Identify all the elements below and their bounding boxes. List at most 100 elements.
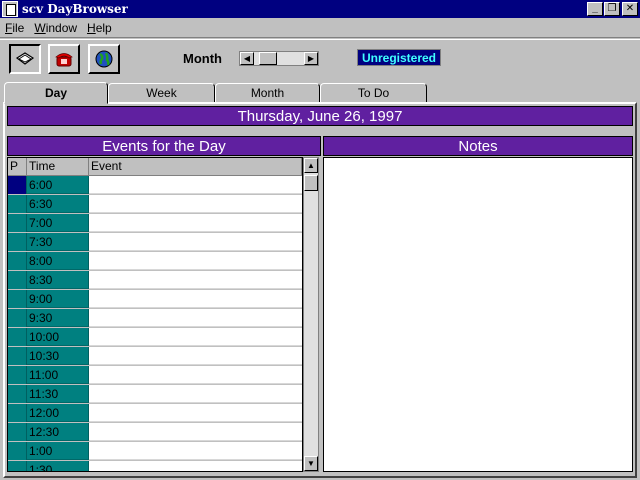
time-cell: 8:00 xyxy=(27,252,89,270)
priority-cell[interactable] xyxy=(8,423,27,441)
menu-help[interactable]: Help xyxy=(82,21,117,35)
table-row[interactable]: 9:00 xyxy=(8,290,302,309)
close-icon: ✕ xyxy=(625,3,635,14)
restore-button[interactable]: ❐ xyxy=(604,2,620,16)
priority-cell[interactable] xyxy=(8,347,27,365)
restore-icon: ❐ xyxy=(607,3,617,14)
arrow-down-icon: ▼ xyxy=(307,459,315,468)
priority-cell[interactable] xyxy=(8,461,27,471)
phone-icon xyxy=(55,53,73,67)
globe-icon xyxy=(95,50,113,68)
event-cell[interactable] xyxy=(89,195,302,213)
priority-cell[interactable] xyxy=(8,214,27,232)
event-cell[interactable] xyxy=(89,290,302,308)
notes-title: Notes xyxy=(323,136,633,156)
event-cell[interactable] xyxy=(89,328,302,346)
priority-cell[interactable] xyxy=(8,252,27,270)
time-cell: 11:00 xyxy=(27,366,89,384)
events-grid: P Time Event 6:00 6:30 7:00 7:30 8:00 8:30 9:0… xyxy=(7,157,303,472)
phone-button[interactable] xyxy=(48,44,80,74)
priority-cell[interactable] xyxy=(8,328,27,346)
month-scroll-thumb[interactable] xyxy=(259,52,277,65)
priority-cell[interactable] xyxy=(8,366,27,384)
table-row[interactable]: 11:00 xyxy=(8,366,302,385)
event-cell[interactable] xyxy=(89,385,302,403)
events-title: Events for the Day xyxy=(7,136,321,156)
table-row[interactable]: 11:30 xyxy=(8,385,302,404)
priority-cell[interactable] xyxy=(8,271,27,289)
scroll-left-button[interactable]: ◀ xyxy=(240,52,254,65)
menu-bar: File Window Help xyxy=(0,18,640,38)
events-scrollbar[interactable]: ▲ ▼ xyxy=(303,157,319,472)
event-cell[interactable] xyxy=(89,233,302,251)
table-row[interactable]: 10:30 xyxy=(8,347,302,366)
table-row[interactable]: 8:30 xyxy=(8,271,302,290)
table-row[interactable]: 1:00 xyxy=(8,442,302,461)
priority-cell[interactable] xyxy=(8,309,27,327)
month-scrollbar[interactable]: ◀ ▶ xyxy=(239,51,319,66)
globe-button[interactable] xyxy=(88,44,120,74)
column-header-time[interactable]: Time xyxy=(27,158,89,175)
scroll-up-button[interactable]: ▲ xyxy=(304,158,318,173)
event-cell[interactable] xyxy=(89,252,302,270)
book-icon xyxy=(15,52,35,65)
tab-week[interactable]: Week xyxy=(108,83,215,103)
column-header-p[interactable]: P xyxy=(8,158,27,175)
table-row[interactable]: 6:00 xyxy=(8,176,302,195)
priority-cell[interactable] xyxy=(8,233,27,251)
table-row[interactable]: 6:30 xyxy=(8,195,302,214)
time-cell: 1:30 xyxy=(27,461,89,471)
events-scroll-thumb[interactable] xyxy=(304,175,318,191)
table-row[interactable]: 12:30 xyxy=(8,423,302,442)
event-cell[interactable] xyxy=(89,214,302,232)
event-cell[interactable] xyxy=(89,442,302,460)
title-bar: scv DayBrowser _ ❐ ✕ xyxy=(0,0,640,18)
priority-cell[interactable] xyxy=(8,290,27,308)
arrow-left-icon: ◀ xyxy=(243,54,251,63)
event-cell[interactable] xyxy=(89,404,302,422)
app-icon[interactable] xyxy=(2,1,18,17)
scroll-right-button[interactable]: ▶ xyxy=(304,52,318,65)
time-cell: 11:30 xyxy=(27,385,89,403)
priority-cell[interactable] xyxy=(8,176,27,194)
window-title: scv DayBrowser xyxy=(22,2,128,16)
priority-cell[interactable] xyxy=(8,195,27,213)
minimize-button[interactable]: _ xyxy=(587,2,603,16)
table-row[interactable]: 9:30 xyxy=(8,309,302,328)
table-row[interactable]: 7:00 xyxy=(8,214,302,233)
book-button[interactable] xyxy=(9,44,41,74)
tab-month[interactable]: Month xyxy=(215,83,320,103)
close-button[interactable]: ✕ xyxy=(622,2,638,16)
month-label: Month xyxy=(183,51,222,66)
time-cell: 7:30 xyxy=(27,233,89,251)
time-cell: 9:00 xyxy=(27,290,89,308)
table-row[interactable]: 12:00 xyxy=(8,404,302,423)
priority-cell[interactable] xyxy=(8,385,27,403)
tab-todo[interactable]: To Do xyxy=(320,83,427,103)
event-cell[interactable] xyxy=(89,176,302,194)
event-cell[interactable] xyxy=(89,347,302,365)
event-cell[interactable] xyxy=(89,271,302,289)
column-header-event[interactable]: Event xyxy=(89,158,302,175)
menu-window[interactable]: Window xyxy=(29,21,82,35)
table-row[interactable]: 8:00 xyxy=(8,252,302,271)
event-cell[interactable] xyxy=(89,423,302,441)
scroll-down-button[interactable]: ▼ xyxy=(304,456,318,471)
table-row[interactable]: 7:30 xyxy=(8,233,302,252)
table-row[interactable]: 1:30 xyxy=(8,461,302,471)
event-cell[interactable] xyxy=(89,366,302,384)
priority-cell[interactable] xyxy=(8,404,27,422)
table-row[interactable]: 10:00 xyxy=(8,328,302,347)
notes-area[interactable] xyxy=(323,157,633,472)
time-cell: 10:30 xyxy=(27,347,89,365)
minimize-icon: _ xyxy=(592,3,598,14)
event-cell[interactable] xyxy=(89,309,302,327)
grid-header: P Time Event xyxy=(8,158,302,176)
priority-cell[interactable] xyxy=(8,442,27,460)
date-header: Thursday, June 26, 1997 xyxy=(7,106,633,126)
registration-status: Unregistered xyxy=(357,49,441,66)
tab-day[interactable]: Day xyxy=(4,82,108,104)
menu-file[interactable]: File xyxy=(0,21,29,35)
time-cell: 10:00 xyxy=(27,328,89,346)
event-cell[interactable] xyxy=(89,461,302,471)
